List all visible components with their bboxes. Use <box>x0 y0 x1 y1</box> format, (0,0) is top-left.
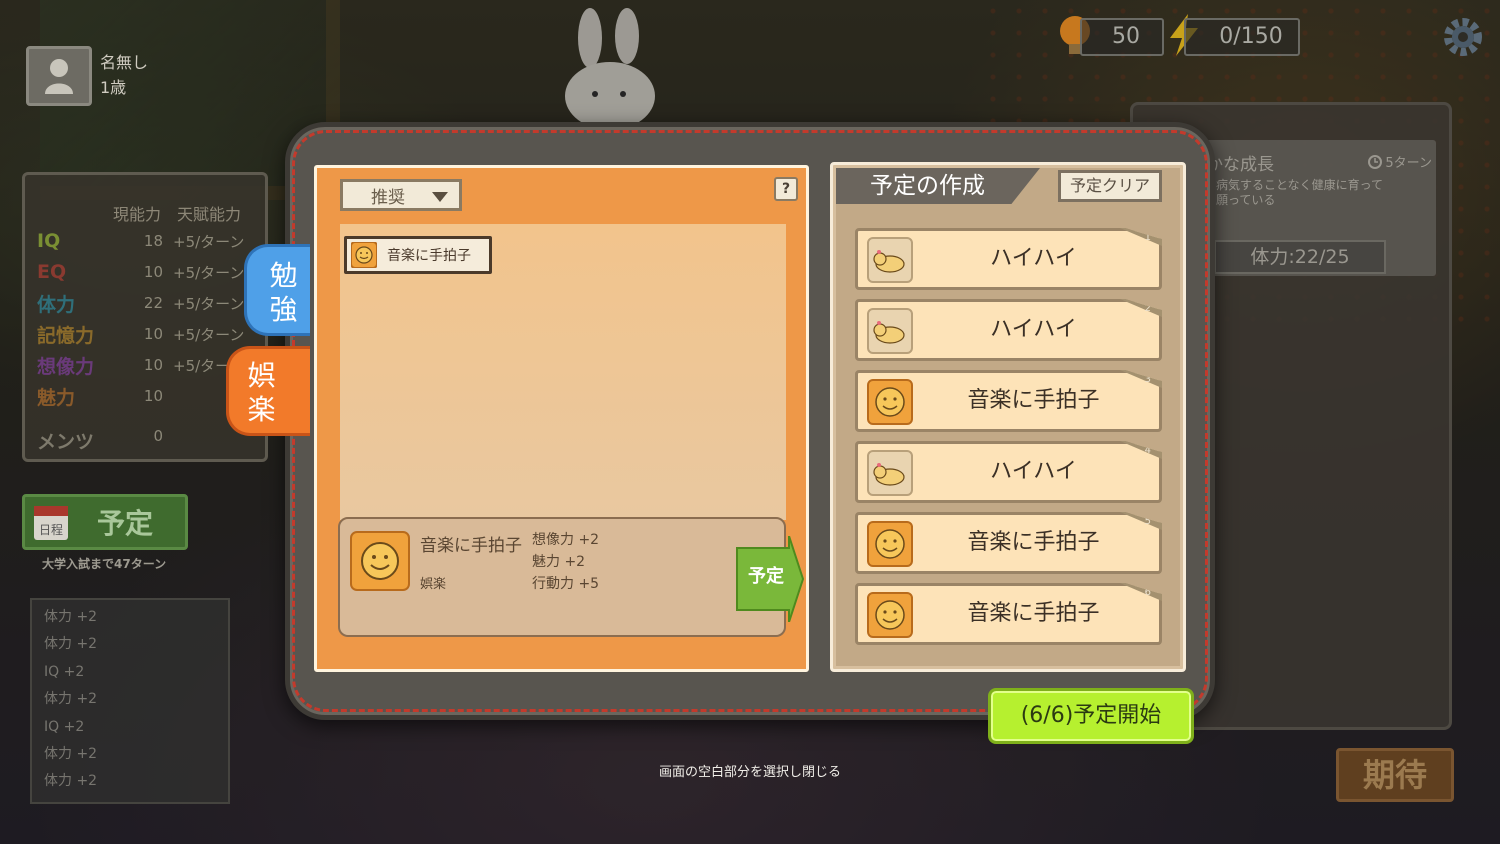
effect-line: 行動力 +5 <box>532 576 600 592</box>
schedule-slot[interactable]: 6 音楽に手拍子 <box>855 583 1162 645</box>
current-ability-header: 現能力 <box>113 205 162 224</box>
stat-row-stamina: 体力 22 +5/ターン <box>37 289 267 317</box>
talent-header: 天賦能力 <box>177 205 242 224</box>
idea-points-counter: 50 <box>1080 18 1164 56</box>
tab-study[interactable]: 勉 強 <box>244 244 310 336</box>
activity-effects: 想像力 +2 魅力 +2 行動力 +5 <box>532 529 599 595</box>
tab-fun-char: 娯 <box>247 359 276 392</box>
profile[interactable]: 名無し 1歳 <box>26 46 148 106</box>
schedule-title: 予定の作成 <box>836 168 1040 204</box>
smile-icon <box>867 379 913 425</box>
log-entry: 体力 +2 <box>44 609 98 625</box>
close-hint: 画面の空白部分を選択し閉じる <box>658 765 841 780</box>
schedule-slot[interactable]: 2 ハイハイ <box>855 299 1162 361</box>
gear-icon[interactable] <box>1440 14 1486 60</box>
calendar-label: 日程 <box>39 522 63 537</box>
activity-detail-name: 音楽に手拍子 <box>420 536 522 556</box>
log-entry: IQ +2 <box>44 663 85 680</box>
goal-turns: 5ターン <box>1368 152 1432 171</box>
activity-list-item-label: 音楽に手拍子 <box>387 248 471 264</box>
stat-name: 記憶力 <box>37 324 95 347</box>
player-age: 1歳 <box>100 78 127 97</box>
stat-name: 体力 <box>37 293 76 316</box>
chevron-down-icon <box>432 192 448 202</box>
activity-list-item[interactable]: 音楽に手拍子 <box>344 236 492 274</box>
stat-value: 22 <box>143 294 163 312</box>
slot-label: 音楽に手拍子 <box>967 601 1100 626</box>
stat-name: 魅力 <box>37 386 76 409</box>
log-entry: IQ +2 <box>44 718 85 735</box>
smile-icon <box>351 242 377 268</box>
stat-row-iq: IQ 18 +5/ターン <box>37 227 267 255</box>
baby-crawl-icon <box>867 450 913 496</box>
stat-rate: +5/ター <box>173 356 231 375</box>
exam-countdown: 大学入試まで47ターン <box>42 557 167 571</box>
slot-label: ハイハイ <box>990 246 1077 271</box>
schedule-button[interactable]: 日程 予定 <box>22 494 188 550</box>
goal-description: 、病気することなく健康に育って と願っている <box>1204 178 1384 207</box>
tab-entertainment[interactable]: 娯 楽 <box>226 346 310 436</box>
baby-crawl-icon <box>867 308 913 354</box>
stat-rate: +5/ターン <box>173 294 245 313</box>
stat-name: EQ <box>37 261 67 283</box>
stat-name: IQ <box>37 230 61 252</box>
goal-turns-label: 5ターン <box>1385 156 1432 171</box>
start-schedule-button[interactable]: (6/6)予定開始 <box>988 688 1194 744</box>
tab-study-char: 勉 <box>269 259 298 292</box>
schedule-slot[interactable]: 1 ハイハイ <box>855 228 1162 290</box>
stat-row-memory: 記憶力 10 +5/ターン <box>37 320 267 348</box>
stat-rate: +5/ターン <box>173 263 245 282</box>
player-name: 名無し <box>100 53 149 72</box>
smile-icon <box>350 531 410 591</box>
clear-schedule-button[interactable]: 予定クリア <box>1058 170 1162 202</box>
stat-rate: +5/ターン <box>173 325 245 344</box>
stat-row-mental: メンツ 0 <box>37 427 163 454</box>
schedule-button-label: 予定 <box>97 507 154 540</box>
goal-title: かな成長 <box>1206 155 1274 175</box>
activity-detail-category: 娯楽 <box>420 577 447 592</box>
schedule-slot[interactable]: 4 ハイハイ <box>855 441 1162 503</box>
help-button[interactable]: ? <box>774 177 798 201</box>
stat-value: 18 <box>143 232 163 250</box>
activity-detail: 音楽に手拍子 娯楽 想像力 +2 魅力 +2 行動力 +5 <box>338 517 786 637</box>
smile-icon <box>867 521 913 567</box>
sort-dropdown-value: 推奨 <box>371 187 405 208</box>
slot-label: 音楽に手拍子 <box>967 530 1100 555</box>
effect-line: 魅力 +2 <box>532 554 586 570</box>
slot-label: 音楽に手拍子 <box>967 388 1100 413</box>
stat-row-eq: EQ 10 +5/ターン <box>37 258 267 286</box>
schedule-slot[interactable]: 3 音楽に手拍子 <box>855 370 1162 432</box>
person-icon <box>45 59 73 94</box>
add-to-schedule-label: 予定 <box>748 566 784 587</box>
stat-value: 10 <box>143 325 163 343</box>
goal-card[interactable]: かな成長 5ターン 、病気することなく健康に育って と願っている 体力:22/2… <box>1190 140 1436 276</box>
log-entry: 体力 +2 <box>44 691 98 708</box>
slot-label: ハイハイ <box>990 317 1077 342</box>
goal-progress: 体力:22/25 <box>1214 240 1386 274</box>
stat-value: 10 <box>143 387 163 405</box>
stat-rate: +5/ターン <box>173 232 245 251</box>
avatar[interactable] <box>26 46 92 106</box>
baby-crawl-icon <box>867 237 913 283</box>
tab-study-char: 強 <box>269 293 298 326</box>
sort-dropdown[interactable]: 推奨 <box>340 179 462 211</box>
stat-value: 0 <box>153 427 163 445</box>
smile-icon <box>867 592 913 638</box>
tab-fun-char: 楽 <box>247 393 276 426</box>
schedule-slot[interactable]: 5 音楽に手拍子 <box>855 512 1162 574</box>
stat-value: 10 <box>143 263 163 281</box>
clock-icon <box>1368 154 1383 169</box>
calendar-icon: 日程 <box>34 506 68 540</box>
stat-name: 想像力 <box>37 355 95 378</box>
energy-counter: 0/150 <box>1184 18 1300 56</box>
log-entry: 体力 +2 <box>44 636 98 653</box>
stat-name: メンツ <box>37 431 95 453</box>
slot-label: ハイハイ <box>990 459 1077 484</box>
effect-line: 想像力 +2 <box>532 532 600 548</box>
stat-value: 10 <box>143 356 163 374</box>
